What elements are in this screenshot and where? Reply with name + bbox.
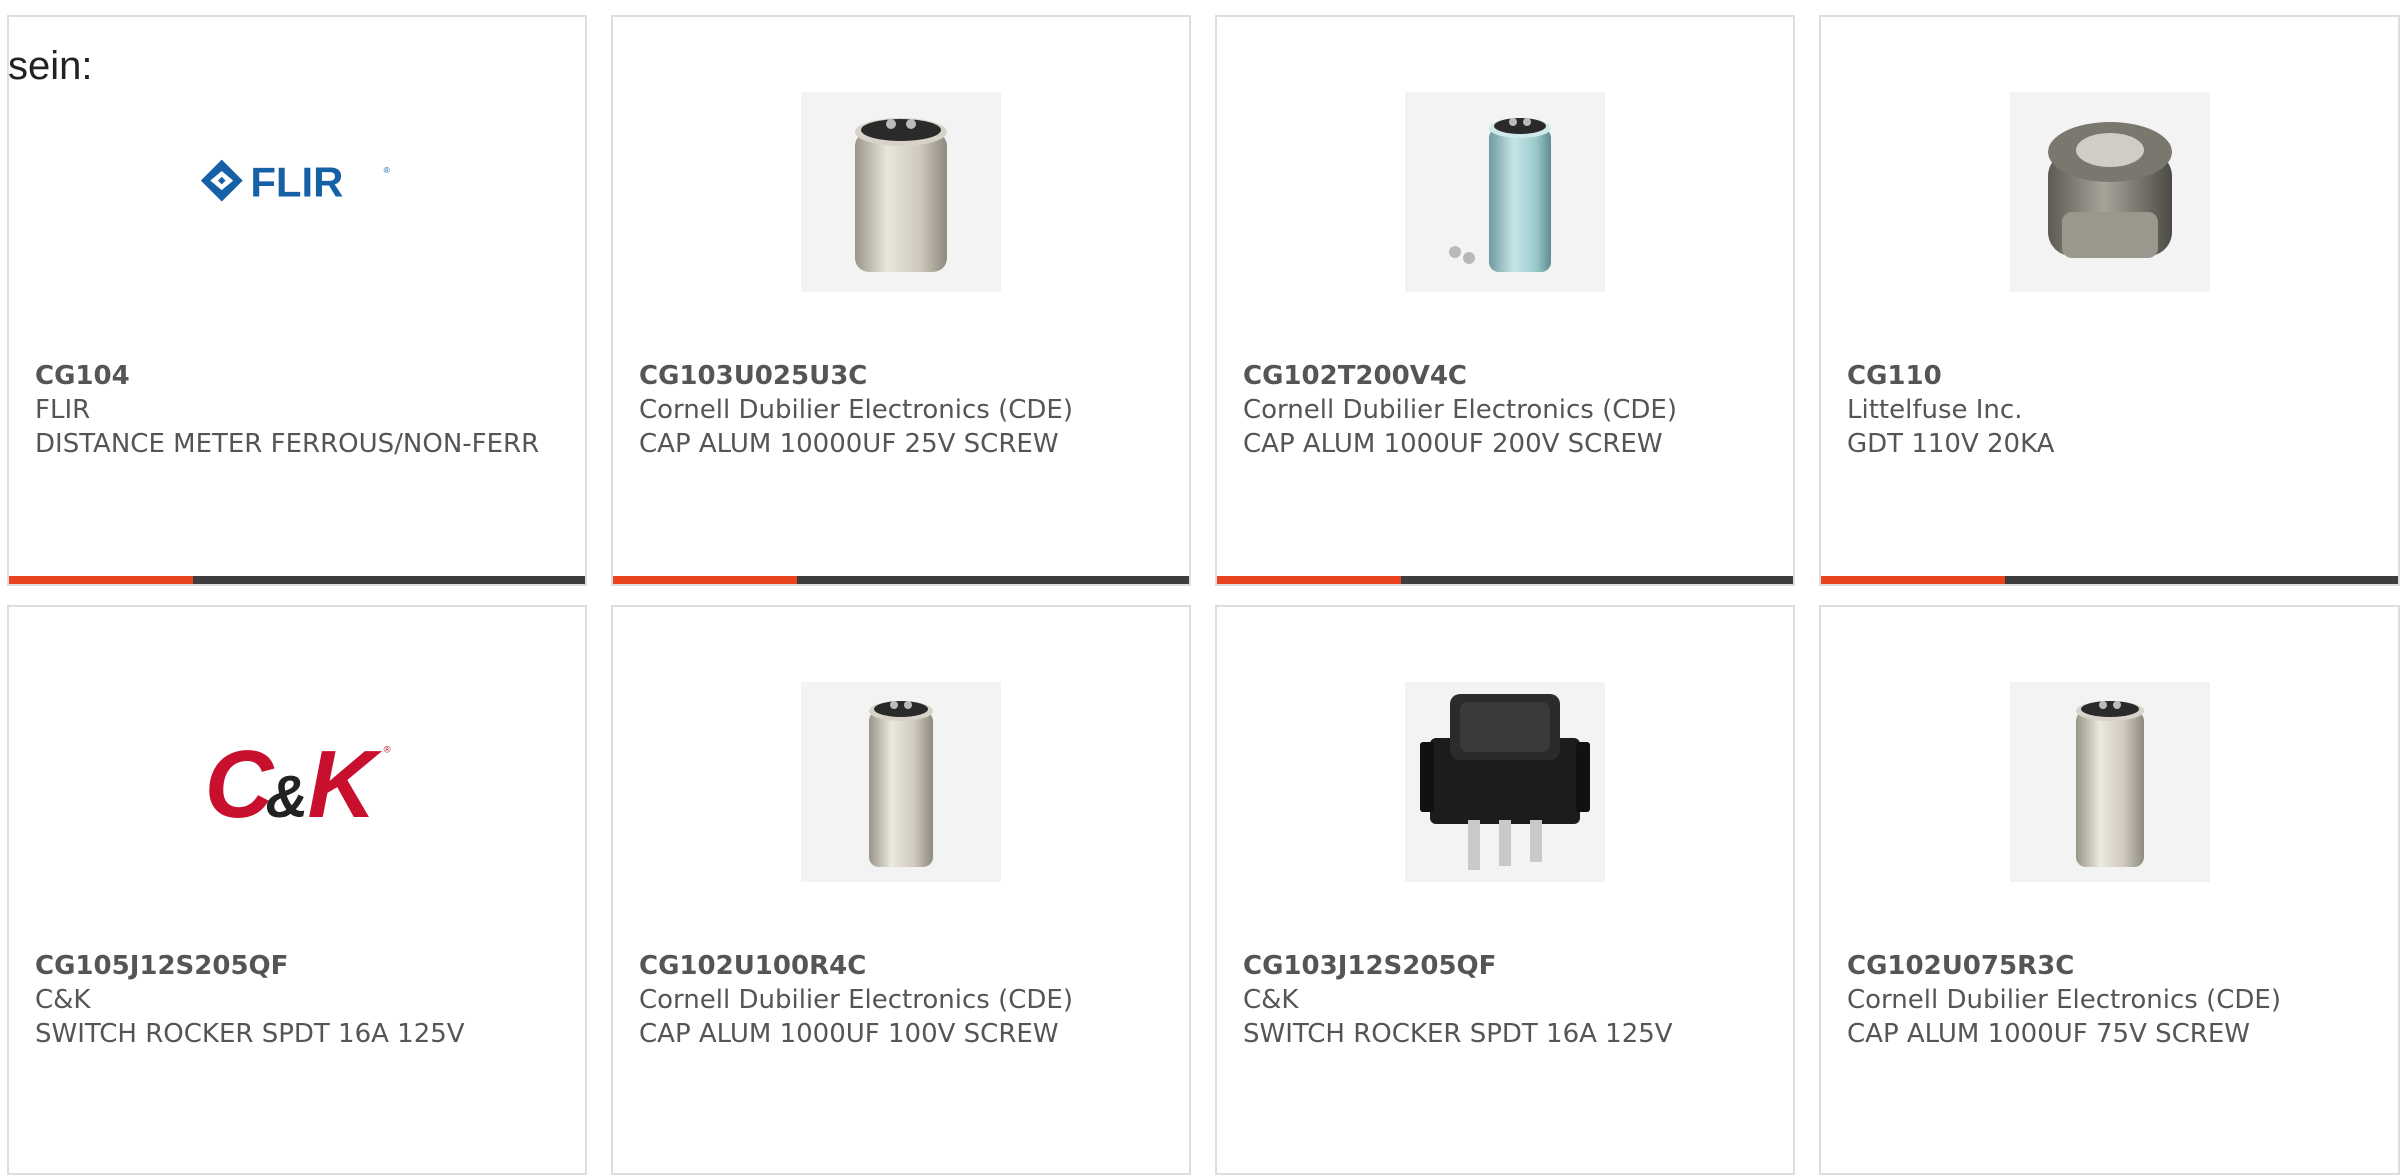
- manufacturer: Cornell Dubilier Electronics (CDE): [1847, 985, 2281, 1015]
- description: SWITCH ROCKER SPDT 16A 125V: [1243, 1019, 1673, 1049]
- product-image: [2009, 92, 2210, 292]
- product-image: [1405, 92, 1605, 292]
- manufacturer: C&K: [1243, 985, 1299, 1015]
- product-info: CG102U075R3C Cornell Dubilier Electronic…: [1847, 949, 2382, 1051]
- product-card[interactable]: CG103U025U3C Cornell Dubilier Electronic…: [611, 15, 1191, 586]
- description: DISTANCE METER FERROUS/NON-FERR: [35, 429, 540, 459]
- part-number[interactable]: CG102U075R3C: [1847, 949, 2382, 983]
- card-accent-bar: [9, 576, 585, 584]
- manufacturer: Cornell Dubilier Electronics (CDE): [639, 395, 1073, 425]
- card-accent-bar: [1821, 576, 2398, 584]
- description: GDT 110V 20KA: [1847, 429, 2055, 459]
- gdt-icon: [2047, 122, 2172, 258]
- manufacturer: Cornell Dubilier Electronics (CDE): [1243, 395, 1677, 425]
- capacitor-icon: [869, 701, 933, 867]
- svg-text:C: C: [205, 732, 275, 837]
- product-card[interactable]: CG102T200V4C Cornell Dubilier Electronic…: [1215, 15, 1795, 586]
- svg-text:K: K: [307, 732, 382, 837]
- product-card[interactable]: CG103J12S205QF C&K SWITCH ROCKER SPDT 16…: [1215, 605, 1795, 1175]
- product-info: CG102T200V4C Cornell Dubilier Electronic…: [1243, 359, 1777, 461]
- description: CAP ALUM 1000UF 200V SCREW: [1243, 429, 1663, 459]
- description: SWITCH ROCKER SPDT 16A 125V: [35, 1019, 465, 1049]
- svg-text:&: &: [266, 764, 309, 830]
- svg-text:®: ®: [384, 165, 391, 175]
- manufacturer: Littelfuse Inc.: [1847, 395, 2023, 425]
- prefix-text: sein:: [8, 44, 93, 88]
- product-info: CG102U100R4C Cornell Dubilier Electronic…: [639, 949, 1173, 1051]
- product-info: CG103U025U3C Cornell Dubilier Electronic…: [639, 359, 1173, 461]
- product-info: CG110 Littelfuse Inc. GDT 110V 20KA: [1847, 359, 2382, 461]
- product-image: [801, 682, 1001, 882]
- description: CAP ALUM 1000UF 75V SCREW: [1847, 1019, 2250, 1049]
- part-number[interactable]: CG102U100R4C: [639, 949, 1173, 983]
- product-image: [1405, 682, 1605, 882]
- product-image: FLIR ®: [197, 92, 397, 292]
- part-number[interactable]: CG104: [35, 359, 569, 393]
- card-accent-bar: [613, 576, 1189, 584]
- svg-text:®: ®: [384, 744, 391, 755]
- product-image: [801, 92, 1001, 292]
- product-card[interactable]: FLIR ® CG104 FLIR DISTANCE METER FERROUS…: [7, 15, 587, 586]
- part-number[interactable]: CG103J12S205QF: [1243, 949, 1777, 983]
- part-number[interactable]: CG103U025U3C: [639, 359, 1173, 393]
- card-accent-bar: [1217, 576, 1793, 584]
- manufacturer: C&K: [35, 985, 91, 1015]
- capacitor-icon: [855, 118, 947, 272]
- svg-text:FLIR: FLIR: [250, 159, 343, 206]
- product-info: CG104 FLIR DISTANCE METER FERROUS/NON-FE…: [35, 359, 569, 461]
- product-card[interactable]: CG102U100R4C Cornell Dubilier Electronic…: [611, 605, 1191, 1175]
- part-number[interactable]: CG110: [1847, 359, 2382, 393]
- rocker-switch-icon: [1420, 694, 1590, 870]
- description: CAP ALUM 10000UF 25V SCREW: [639, 429, 1059, 459]
- capacitor-icon: [1449, 118, 1551, 272]
- manufacturer: Cornell Dubilier Electronics (CDE): [639, 985, 1073, 1015]
- product-grid: FLIR ® CG104 FLIR DISTANCE METER FERROUS…: [0, 0, 2400, 1175]
- product-image: [2009, 682, 2210, 882]
- part-number[interactable]: CG102T200V4C: [1243, 359, 1777, 393]
- ck-logo-icon: C & K ®: [205, 732, 391, 837]
- capacitor-icon: [2075, 701, 2144, 867]
- description: CAP ALUM 1000UF 100V SCREW: [639, 1019, 1059, 1049]
- product-card[interactable]: C & K ® CG105J12S205QF C&K SWITCH ROCKER…: [7, 605, 587, 1175]
- product-card[interactable]: CG102U075R3C Cornell Dubilier Electronic…: [1819, 605, 2400, 1175]
- product-info: CG105J12S205QF C&K SWITCH ROCKER SPDT 16…: [35, 949, 569, 1051]
- manufacturer: FLIR: [35, 395, 91, 425]
- part-number[interactable]: CG105J12S205QF: [35, 949, 569, 983]
- product-card[interactable]: CG110 Littelfuse Inc. GDT 110V 20KA: [1819, 15, 2400, 586]
- product-info: CG103J12S205QF C&K SWITCH ROCKER SPDT 16…: [1243, 949, 1777, 1051]
- flir-logo-icon: FLIR ®: [200, 159, 391, 206]
- product-image: C & K ®: [197, 682, 397, 882]
